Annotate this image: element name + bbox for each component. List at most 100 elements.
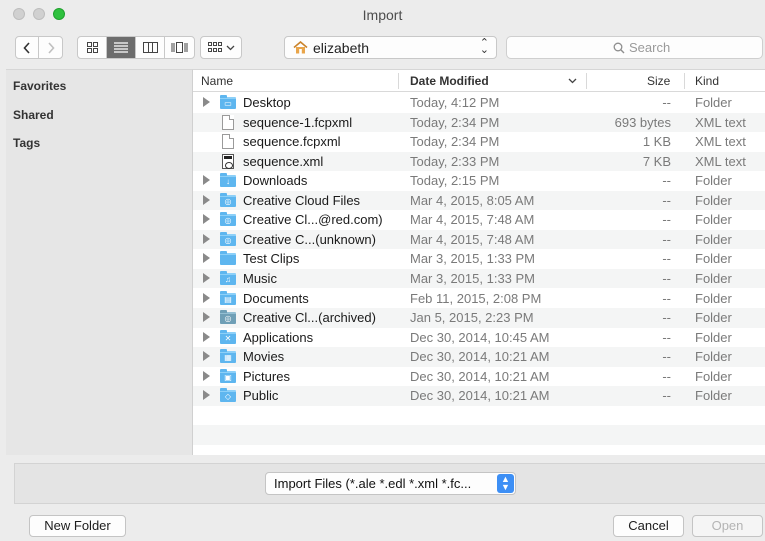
folder-archived-icon: ◎ — [220, 310, 236, 325]
file-name: Music — [243, 270, 277, 286]
file-date-modified: Mar 3, 2015, 1:33 PM — [410, 270, 536, 286]
file-row[interactable]: ◎ Creative Cloud Files Mar 4, 2015, 8:05 A… — [193, 190, 765, 211]
file-size: -- — [662, 212, 671, 228]
column-name[interactable]: Name — [201, 74, 233, 88]
disclosure-triangle-icon[interactable] — [203, 312, 210, 323]
file-kind: Folder — [695, 368, 732, 384]
arrange-dropdown[interactable] — [200, 36, 242, 59]
file-size: -- — [662, 192, 671, 208]
file-row[interactable]: sequence-1.fcpxml Today, 2:34 PM 693 bytes… — [193, 112, 765, 133]
file-date-modified: Dec 30, 2014, 10:21 AM — [410, 349, 550, 365]
file-row[interactable]: ♫ Music Mar 3, 2015, 1:33 PM -- Folder — [193, 268, 765, 289]
column-divider[interactable] — [684, 73, 685, 89]
search-field[interactable]: Search — [506, 36, 763, 59]
document-icon — [220, 114, 236, 130]
icon-view-button[interactable] — [78, 37, 107, 58]
sidebar-heading-favorites[interactable]: Favorites — [13, 79, 66, 93]
column-size[interactable]: Size — [647, 74, 670, 88]
file-kind: Folder — [695, 349, 732, 365]
view-mode-control — [77, 36, 195, 59]
file-date-modified: Mar 4, 2015, 7:48 AM — [410, 231, 535, 247]
sidebar: Favorites Shared Tags — [6, 69, 192, 455]
disclosure-triangle-icon[interactable] — [203, 233, 210, 244]
file-size: -- — [662, 95, 671, 110]
back-button[interactable] — [16, 37, 39, 58]
file-kind: Folder — [695, 173, 732, 189]
disclosure-triangle-icon[interactable] — [203, 292, 210, 303]
file-row[interactable]: Test Clips Mar 3, 2015, 1:33 PM -- Folder — [193, 249, 765, 269]
file-row[interactable]: ◎ Creative Cl...@red.com) Mar 4, 2015, 7:4… — [193, 210, 765, 230]
file-kind: Folder — [695, 95, 732, 110]
file-format-label: Import Files (*.ale *.edl *.xml *.fc... — [274, 476, 472, 491]
disclosure-triangle-icon[interactable] — [203, 390, 210, 401]
file-date-modified: Feb 11, 2015, 2:08 PM — [410, 290, 542, 306]
disclosure-triangle-icon[interactable] — [203, 331, 210, 342]
folder-desktop-icon: ▭ — [220, 95, 236, 110]
file-row[interactable]: ▦ Movies Dec 30, 2014, 10:21 AM -- Folder — [193, 347, 765, 367]
cancel-button[interactable]: Cancel — [613, 515, 684, 537]
file-name: Creative Cl...(archived) — [243, 310, 376, 326]
file-kind: Folder — [695, 270, 732, 286]
file-kind: Folder — [695, 388, 732, 404]
folder-downloads-icon: ↓ — [220, 173, 236, 188]
file-size: -- — [662, 329, 671, 345]
file-name: Creative Cloud Files — [243, 192, 361, 208]
file-date-modified: Mar 4, 2015, 8:05 AM — [410, 192, 535, 208]
list-view-button[interactable] — [107, 37, 136, 58]
folder-movies-icon: ▦ — [220, 349, 236, 364]
file-row[interactable]: ◎ Creative Cl...(archived) Jan 5, 2015, 2:… — [193, 308, 765, 328]
folder-documents-icon: ▤ — [220, 290, 236, 306]
disclosure-triangle-icon[interactable] — [203, 272, 210, 283]
file-kind: Folder — [695, 231, 732, 247]
chevron-right-icon — [47, 41, 55, 54]
open-button[interactable]: Open — [692, 515, 763, 537]
file-size: -- — [662, 270, 671, 286]
file-date-modified: Jan 5, 2015, 2:23 PM — [410, 310, 534, 326]
file-row[interactable]: sequence.xml Today, 2:33 PM 7 KB XML text — [193, 151, 765, 172]
file-row[interactable]: ▭ Desktop Today, 4:12 PM -- Folder — [193, 93, 765, 113]
file-date-modified: Mar 3, 2015, 1:33 PM — [410, 251, 536, 267]
file-kind: Folder — [695, 310, 732, 326]
file-row[interactable]: ◇ Public Dec 30, 2014, 10:21 AM -- Folder — [193, 386, 765, 406]
column-divider[interactable] — [586, 73, 587, 89]
file-name: Documents — [243, 290, 309, 306]
file-size: -- — [662, 368, 671, 384]
disclosure-triangle-icon[interactable] — [203, 175, 210, 186]
file-kind: XML text — [695, 153, 746, 169]
disclosure-triangle-icon[interactable] — [203, 253, 210, 264]
file-kind: Folder — [695, 212, 732, 228]
forward-button[interactable] — [39, 37, 62, 58]
column-date-modified[interactable]: Date Modified — [410, 74, 489, 88]
disclosure-triangle-icon[interactable] — [203, 97, 210, 107]
document-icon — [220, 134, 236, 150]
sidebar-heading-shared[interactable]: Shared — [13, 108, 54, 122]
new-folder-button[interactable]: New Folder — [29, 515, 126, 537]
file-row[interactable]: ▤ Documents Feb 11, 2015, 2:08 PM -- Folder — [193, 289, 765, 309]
folder-applications-icon: ✕ — [220, 329, 236, 345]
column-view-button[interactable] — [136, 37, 165, 58]
location-popup[interactable]: elizabeth ⌃ ⌄ — [284, 36, 497, 59]
file-row[interactable]: ↓ Downloads Today, 2:15 PM -- Folder — [193, 171, 765, 191]
file-name: Downloads — [243, 173, 308, 189]
file-name: Creative C...(unknown) — [243, 231, 376, 247]
file-date-modified: Dec 30, 2014, 10:21 AM — [410, 368, 550, 384]
file-kind: Folder — [695, 290, 732, 306]
file-name: sequence.xml — [243, 153, 324, 169]
file-format-popup[interactable]: Import Files (*.ale *.edl *.xml *.fc... … — [265, 472, 516, 495]
file-row[interactable]: sequence.fcpxml Today, 2:34 PM 1 KB XML tex… — [193, 132, 765, 152]
disclosure-triangle-icon[interactable] — [203, 351, 210, 362]
disclosure-triangle-icon[interactable] — [203, 214, 210, 225]
disclosure-triangle-icon[interactable] — [203, 370, 210, 381]
file-row[interactable]: ✕ Applications Dec 30, 2014, 10:45 AM -- Fol… — [193, 328, 765, 348]
file-size: -- — [662, 388, 671, 404]
column-divider[interactable] — [398, 73, 399, 89]
file-name: Pictures — [243, 368, 290, 384]
sidebar-heading-tags[interactable]: Tags — [13, 136, 40, 150]
disclosure-triangle-icon[interactable] — [203, 194, 210, 205]
cover-flow-button[interactable] — [165, 37, 194, 58]
updown-stepper-icon: ▲ ▼ — [497, 474, 514, 493]
title-bar: Import — [0, 0, 765, 30]
column-kind[interactable]: Kind — [695, 74, 719, 88]
file-row[interactable]: ▣ Pictures Dec 30, 2014, 10:21 AM -- Folder — [193, 367, 765, 387]
file-row[interactable]: ◎ Creative C...(unknown) Mar 4, 2015, 7:48… — [193, 229, 765, 250]
